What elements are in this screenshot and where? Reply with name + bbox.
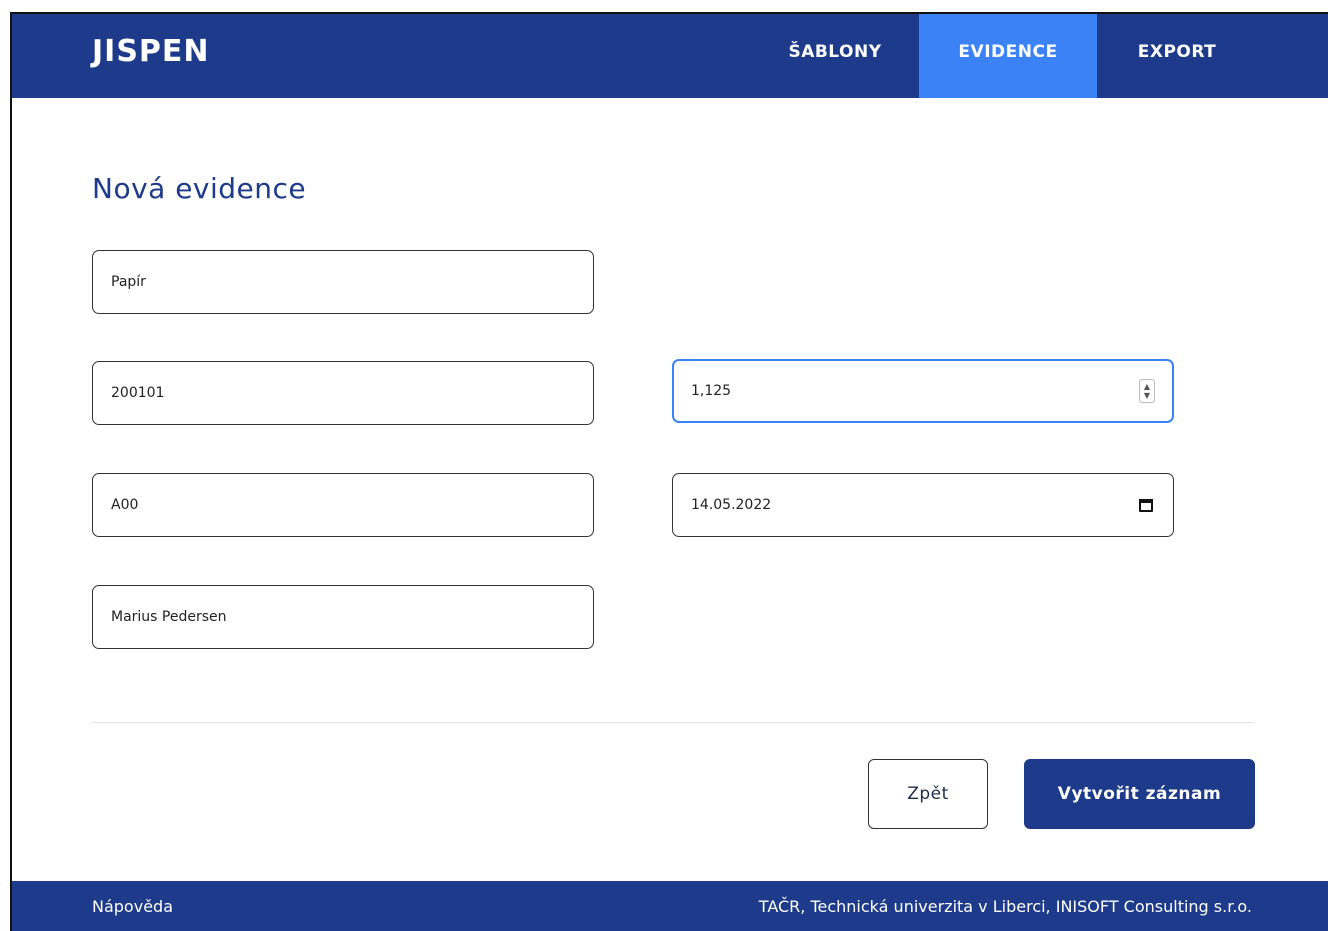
nav-item-sablony[interactable]: ŠABLONY [752, 14, 918, 98]
company-value: Marius Pedersen [111, 609, 227, 625]
form-divider [92, 722, 1254, 723]
back-button[interactable]: Zpět [868, 759, 988, 829]
quantity-value: 1,125 [691, 383, 732, 399]
code-field[interactable]: 200101 [92, 361, 594, 425]
page-title: Nová evidence [92, 172, 307, 205]
company-field[interactable]: Marius Pedersen [92, 585, 594, 649]
create-record-button[interactable]: Vytvořit záznam [1024, 759, 1255, 829]
date-field[interactable]: 14.05.2022 [672, 473, 1174, 537]
category-value: A00 [111, 497, 139, 513]
app-window: JISPEN ŠABLONY EVIDENCE EXPORT Nová evid… [10, 12, 1328, 931]
brand-logo[interactable]: JISPEN [92, 34, 210, 69]
top-navbar: JISPEN ŠABLONY EVIDENCE EXPORT [12, 14, 1328, 98]
quantity-field[interactable]: 1,125 ▲ ▼ [672, 359, 1174, 423]
number-spinner-icon[interactable]: ▲ ▼ [1139, 379, 1155, 403]
help-link[interactable]: Nápověda [92, 897, 173, 916]
material-field[interactable]: Papír [92, 250, 594, 314]
category-field[interactable]: A00 [92, 473, 594, 537]
nav-item-export[interactable]: EXPORT [1097, 14, 1257, 98]
footer-credits: TAČR, Technická univerzita v Liberci, IN… [758, 897, 1252, 916]
material-value: Papír [111, 274, 146, 290]
code-value: 200101 [111, 385, 165, 401]
footer: Nápověda TAČR, Technická univerzita v Li… [12, 881, 1328, 931]
calendar-icon[interactable] [1139, 498, 1153, 512]
date-value: 14.05.2022 [691, 497, 772, 513]
nav-item-evidence[interactable]: EVIDENCE [919, 14, 1097, 98]
